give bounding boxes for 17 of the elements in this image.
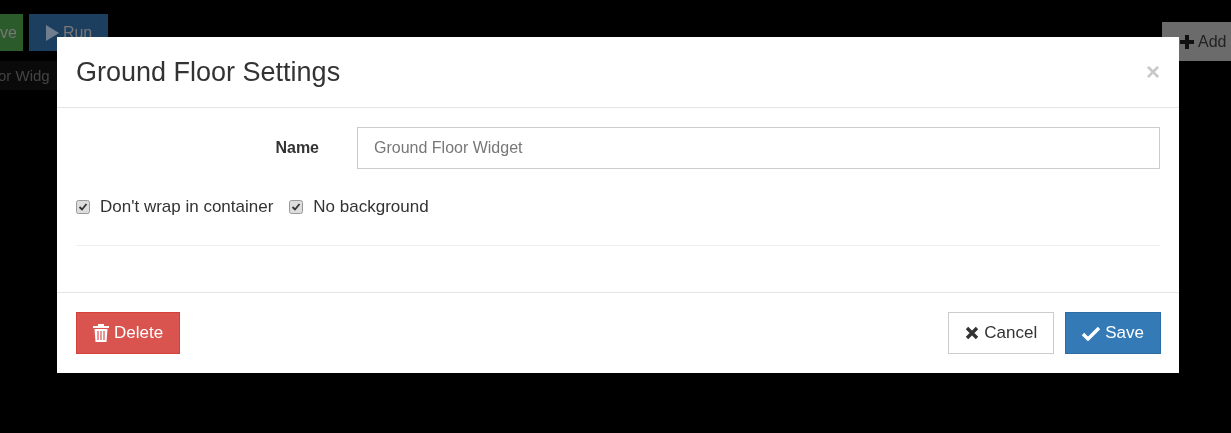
save-button[interactable]: Save xyxy=(1065,312,1161,354)
checkbox[interactable] xyxy=(76,200,90,214)
close-button[interactable]: × xyxy=(1146,58,1160,86)
checkbox[interactable] xyxy=(289,200,304,214)
cancel-button[interactable]: Cancel xyxy=(948,312,1055,354)
checkbox-label: Don't wrap in container xyxy=(100,197,274,217)
delete-button[interactable]: Delete xyxy=(76,312,181,354)
check-icon xyxy=(1082,325,1101,341)
toolbar-button[interactable]: ve xyxy=(0,14,23,51)
trash-icon xyxy=(93,324,109,342)
play-icon xyxy=(44,24,59,41)
close-icon xyxy=(965,326,980,340)
plus-icon xyxy=(1180,34,1194,49)
modal-title: Ground Floor Settings xyxy=(76,56,341,88)
name-field[interactable]: Ground Floor Widget xyxy=(357,127,1160,169)
field-label: Name xyxy=(274,139,319,157)
checkbox-label: No background xyxy=(313,197,429,217)
